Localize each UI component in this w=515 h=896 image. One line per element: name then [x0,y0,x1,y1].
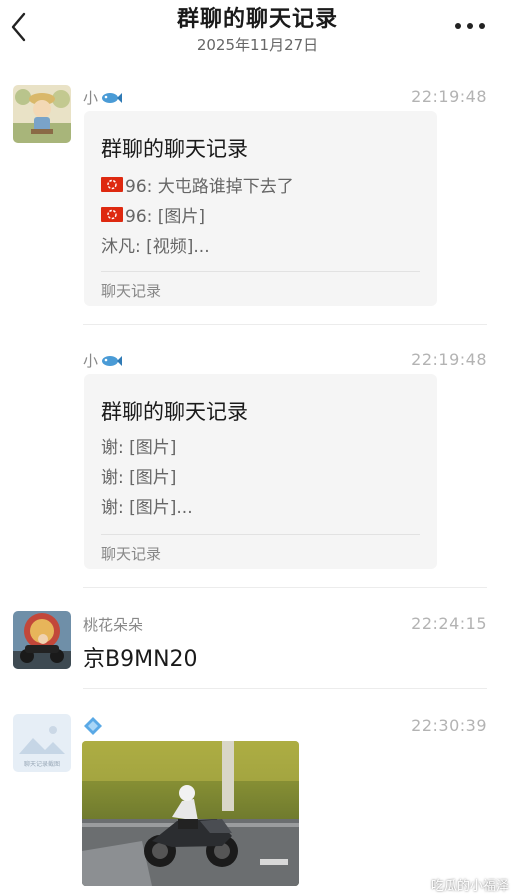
card-title: 群聊的聊天记录 [101,400,248,424]
card-line: 谢: [图片] [101,438,177,458]
message-divider [83,587,487,588]
card-line: 谢: [图片] [101,468,177,488]
card-footer: 聊天记录 [101,545,162,563]
fish-icon [102,92,123,103]
sender-name: 小 [83,87,123,108]
message-time: 22:24:15 [411,614,487,633]
card-divider [101,534,420,535]
avatar[interactable] [13,85,71,143]
hong-kong-flag-icon [101,177,123,192]
more-button[interactable] [452,14,488,38]
motorcycle-photo[interactable] [82,741,299,886]
diamond-icon [84,717,102,735]
card-divider [101,271,420,272]
card-line: 96: 大屯路谁掉下去了 [101,172,294,197]
card-line: 沐凡: [视频]... [101,237,210,257]
message-divider [83,688,487,689]
card-title: 群聊的聊天记录 [101,137,248,161]
avatar[interactable] [13,611,71,669]
message-text[interactable]: 京B9MN20 [83,641,198,673]
more-dots-icon [455,23,485,29]
message-time: 22:30:39 [411,716,487,735]
message-time: 22:19:48 [411,350,487,369]
hong-kong-flag-icon [101,207,123,222]
page-date: 2025年11月27日 [196,36,319,54]
watermark: 吃瓜的小福泽 [430,879,509,894]
top-bar: 群聊的聊天记录 2025年11月27日 [0,0,515,60]
card-footer: 聊天记录 [101,282,162,300]
avatar[interactable]: 聊天记录截图 [13,714,71,772]
sender-name: 桃花朵朵 [83,616,144,634]
message-divider [83,324,487,325]
page-title: 群聊的聊天记录 [176,7,338,32]
sender-name: 小 [83,350,123,371]
chat-history-card[interactable]: 群聊的聊天记录 谢: [图片] 谢: [图片] 谢: [图片]... 聊天记录 [84,374,437,569]
fish-icon [102,355,123,366]
card-line: 96: [图片] [101,202,205,227]
svg-text:聊天记录截图: 聊天记录截图 [24,760,60,768]
message-time: 22:19:48 [411,87,487,106]
chat-history-card[interactable]: 群聊的聊天记录 96: 大屯路谁掉下去了 96: [图片] 沐凡: [视频]..… [84,111,437,306]
card-line: 谢: [图片]... [101,498,193,518]
sender-name [83,716,105,736]
